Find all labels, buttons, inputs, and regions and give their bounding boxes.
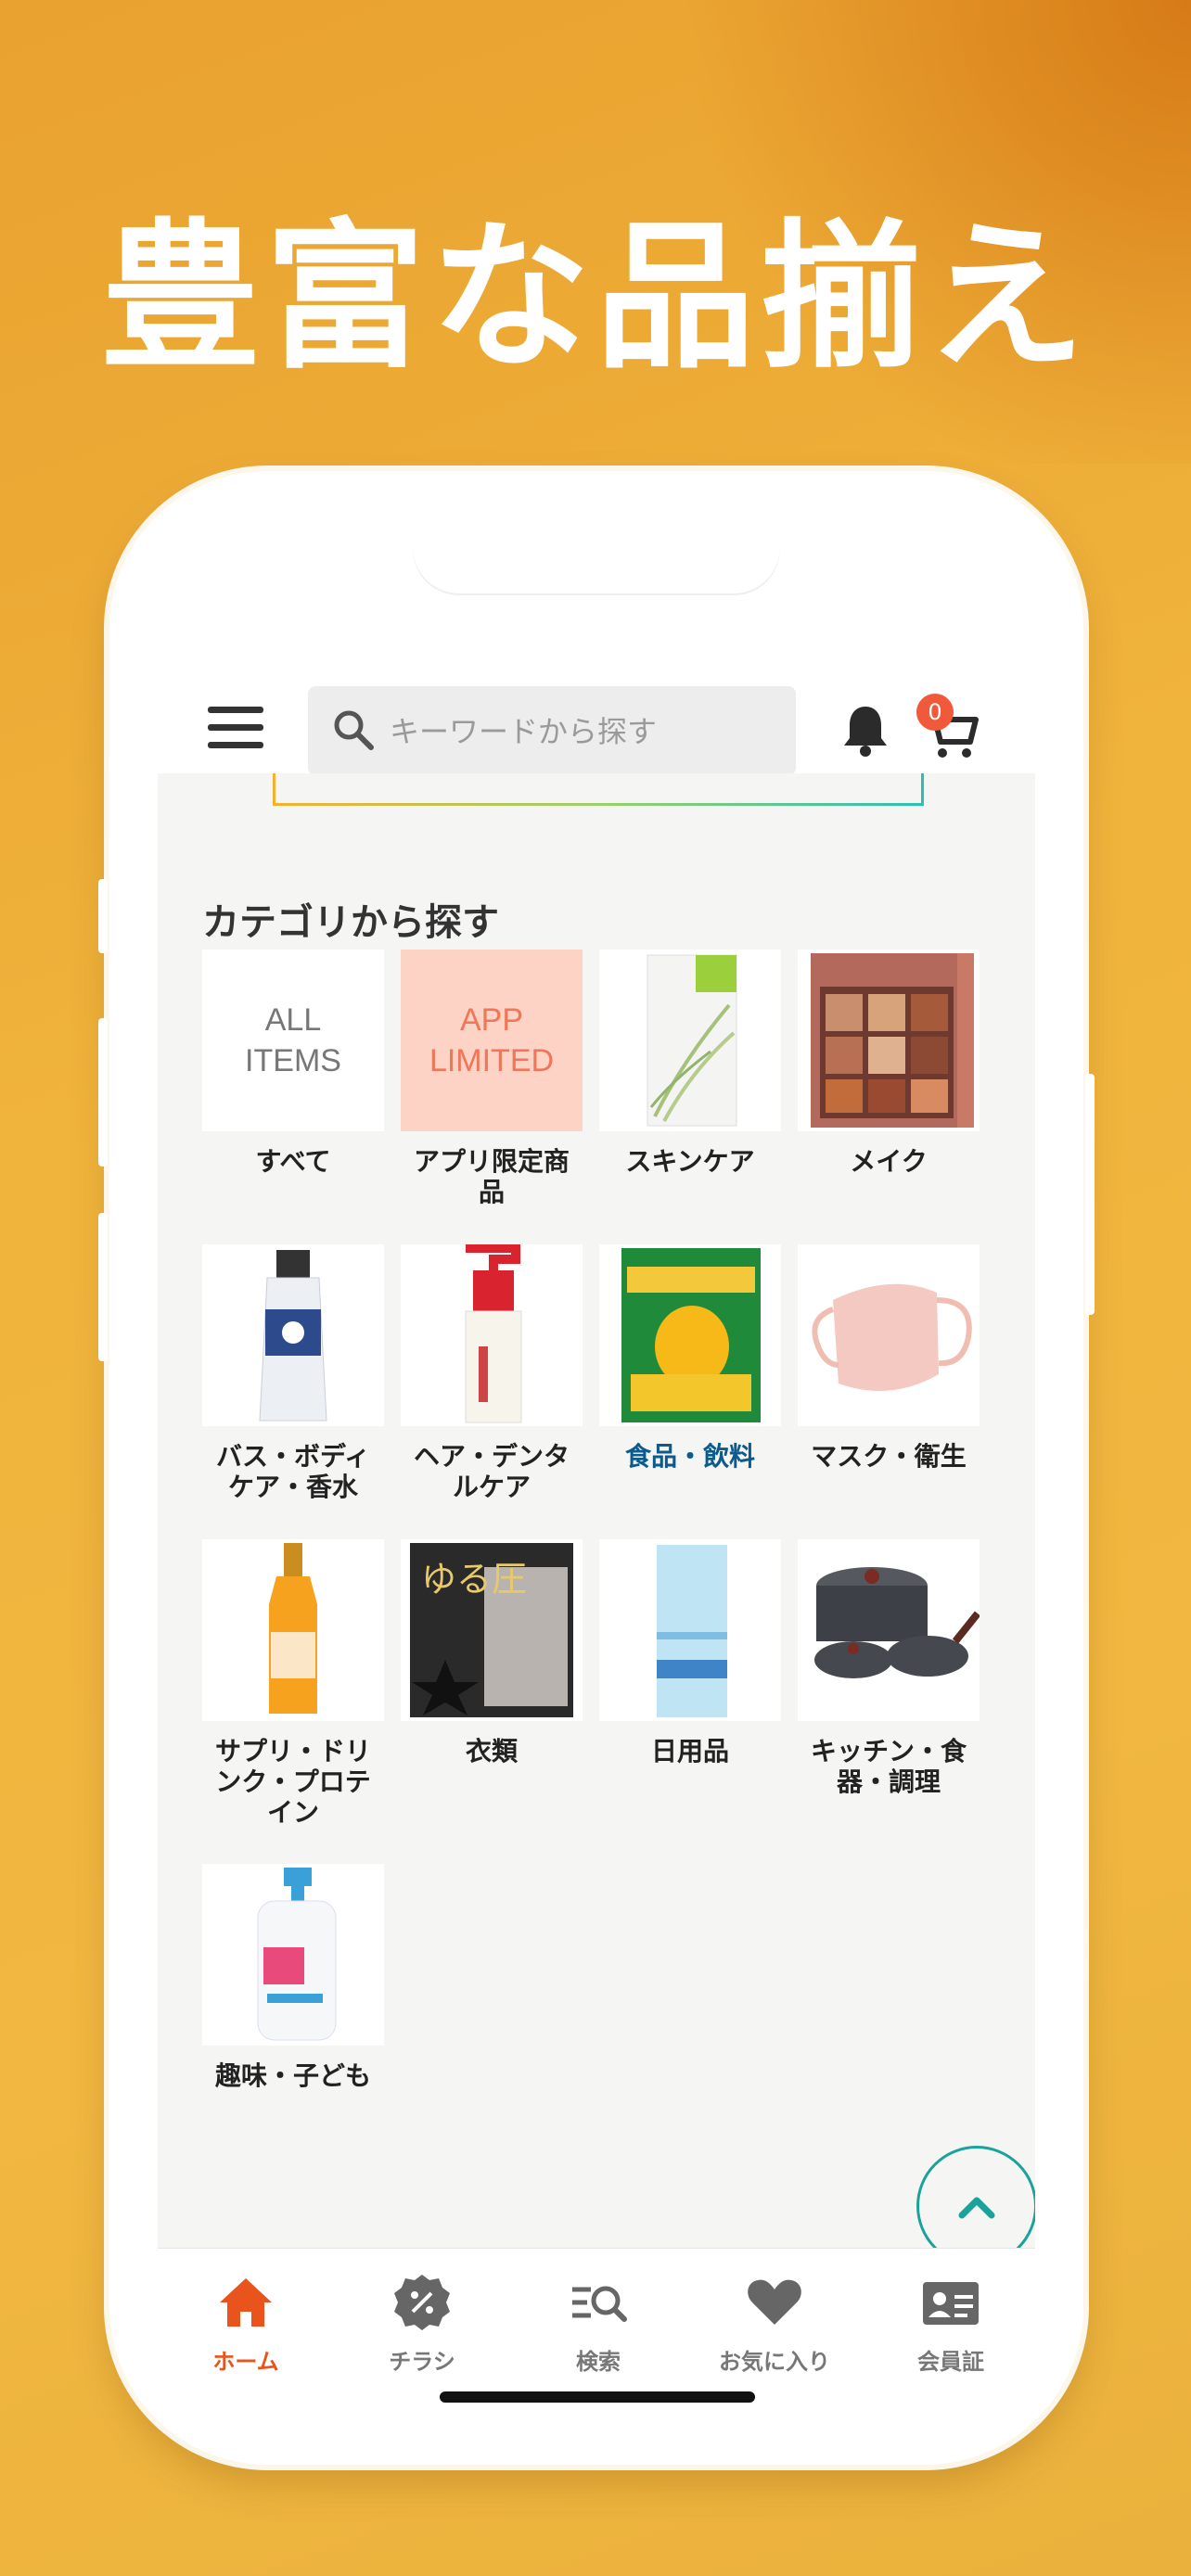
- category-thumb: ALL ITEMS: [202, 950, 384, 1131]
- cart-count-badge: 0: [916, 694, 954, 731]
- category-thumb: [599, 950, 781, 1131]
- skincare-bottle-icon: [647, 954, 737, 1127]
- category-thumb: [401, 1244, 583, 1426]
- hamburger-menu-icon[interactable]: [208, 707, 263, 749]
- category-label: サプリ・ドリンク・プロテイン: [214, 1736, 371, 1828]
- category-section-title: カテゴリから探す: [202, 901, 499, 944]
- category-thumb: [798, 1539, 980, 1721]
- chevron-up-icon: [958, 2197, 995, 2219]
- category-mask-hygiene[interactable]: マスク・衛生: [798, 1244, 980, 1472]
- flyer-percent-icon: [394, 2275, 450, 2330]
- phone-frame: 0 カテゴリから探す ALL ITEMS すべて APP LIMITED アプリ…: [98, 471, 1095, 2465]
- search-input[interactable]: [388, 701, 781, 762]
- search-bar[interactable]: [308, 686, 796, 775]
- app-limited-thumb: APP LIMITED: [429, 1002, 555, 1078]
- pump-bottle-icon: [465, 1244, 522, 1423]
- category-label: メイク: [850, 1146, 928, 1177]
- drink-bottle-icon: [269, 1543, 317, 1714]
- headline: 豊富な品揃え: [100, 204, 1091, 390]
- category-label: キッチン・食器・調理: [810, 1736, 967, 1797]
- bottom-tab-bar: ホーム チラシ 検索 お気に入り 会員証: [158, 2248, 1035, 2418]
- search-icon: [334, 710, 374, 750]
- category-clothing[interactable]: ゆる圧 衣類: [401, 1539, 583, 1766]
- category-food-drink[interactable]: 食品・飲料: [599, 1244, 781, 1472]
- bell-icon[interactable]: [840, 701, 890, 759]
- home-indicator: [440, 2391, 755, 2403]
- tab-label: ホーム: [212, 2349, 279, 2375]
- main-content: カテゴリから探す ALL ITEMS すべて APP LIMITED アプリ限定…: [158, 773, 1035, 2266]
- category-hair-dental[interactable]: ヘア・デンタルケア: [401, 1244, 583, 1502]
- member-card-icon: [923, 2282, 979, 2325]
- tab-label: 会員証: [917, 2349, 984, 2375]
- category-thumb: [599, 1244, 781, 1426]
- app-header: 0: [158, 610, 1035, 775]
- category-thumb: [202, 1539, 384, 1721]
- tab-home[interactable]: ホーム: [158, 2273, 334, 2376]
- category-supplement[interactable]: サプリ・ドリンク・プロテイン: [202, 1539, 384, 1828]
- category-label: スキンケア: [625, 1146, 755, 1177]
- category-label: ヘア・デンタルケア: [413, 1441, 570, 1502]
- baby-soap-bottle-icon: [257, 1868, 337, 2041]
- mute-switch: [98, 879, 108, 953]
- category-bath-body[interactable]: バス・ボディケア・香水: [202, 1244, 384, 1502]
- tab-favorites[interactable]: お気に入り: [686, 2273, 863, 2376]
- category-kitchen[interactable]: キッチン・食器・調理: [798, 1539, 980, 1797]
- home-icon: [220, 2278, 272, 2327]
- search-list-icon: [572, 2286, 627, 2322]
- heart-icon: [748, 2279, 801, 2325]
- cookware-set-icon: [814, 1567, 980, 1678]
- category-thumb: [798, 950, 980, 1131]
- category-label: すべて: [255, 1146, 331, 1177]
- volume-up-button: [98, 1018, 108, 1167]
- category-thumb: [599, 1539, 781, 1721]
- tab-label: チラシ: [389, 2349, 455, 2375]
- tab-member-card[interactable]: 会員証: [863, 2273, 1035, 2376]
- dried-mango-pack-icon: [621, 1248, 761, 1422]
- category-label: 日用品: [650, 1736, 729, 1766]
- category-thumb: APP LIMITED: [401, 950, 583, 1131]
- category-label: マスク・衛生: [811, 1441, 967, 1472]
- category-thumb: ゆる圧: [401, 1539, 583, 1721]
- banner-bottom-edge: [273, 773, 924, 806]
- all-items-thumb: ALL ITEMS: [245, 1002, 341, 1078]
- category-label: 衣類: [465, 1736, 518, 1766]
- clothing-pack-icon: ゆる圧: [410, 1543, 573, 1717]
- volume-down-button: [98, 1213, 108, 1361]
- category-label: バス・ボディケア・香水: [215, 1441, 371, 1502]
- tab-search[interactable]: 検索: [510, 2273, 686, 2376]
- category-makeup[interactable]: メイク: [798, 950, 980, 1177]
- category-daily-goods[interactable]: 日用品: [599, 1539, 781, 1766]
- hand-cream-tube-icon: [259, 1250, 327, 1422]
- tab-label: お気に入り: [719, 2349, 830, 2375]
- notch: [413, 517, 780, 593]
- power-button: [1085, 1074, 1095, 1315]
- face-mask-icon: [812, 1283, 972, 1391]
- category-all[interactable]: ALL ITEMS すべて: [202, 950, 384, 1177]
- eyeshadow-palette-icon: [811, 953, 974, 1128]
- tab-label: 検索: [576, 2349, 621, 2375]
- category-label: 食品・飲料: [624, 1441, 755, 1472]
- tab-flyer[interactable]: チラシ: [334, 2273, 510, 2376]
- category-thumb: [202, 1864, 384, 2046]
- category-label: アプリ限定商品: [413, 1146, 570, 1207]
- category-thumb: [202, 1244, 384, 1426]
- towel-pack-icon: [657, 1545, 727, 1717]
- category-app-limited[interactable]: APP LIMITED アプリ限定商品: [401, 950, 583, 1207]
- category-skincare[interactable]: スキンケア: [599, 950, 781, 1177]
- category-label: 趣味・子ども: [214, 2060, 371, 2091]
- category-hobby-kids[interactable]: 趣味・子ども: [202, 1864, 384, 2091]
- category-thumb: [798, 1244, 980, 1426]
- clothing-pack-title: ゆる圧: [421, 1559, 527, 1600]
- app-screen: 0 カテゴリから探す ALL ITEMS すべて APP LIMITED アプリ…: [158, 517, 1035, 2418]
